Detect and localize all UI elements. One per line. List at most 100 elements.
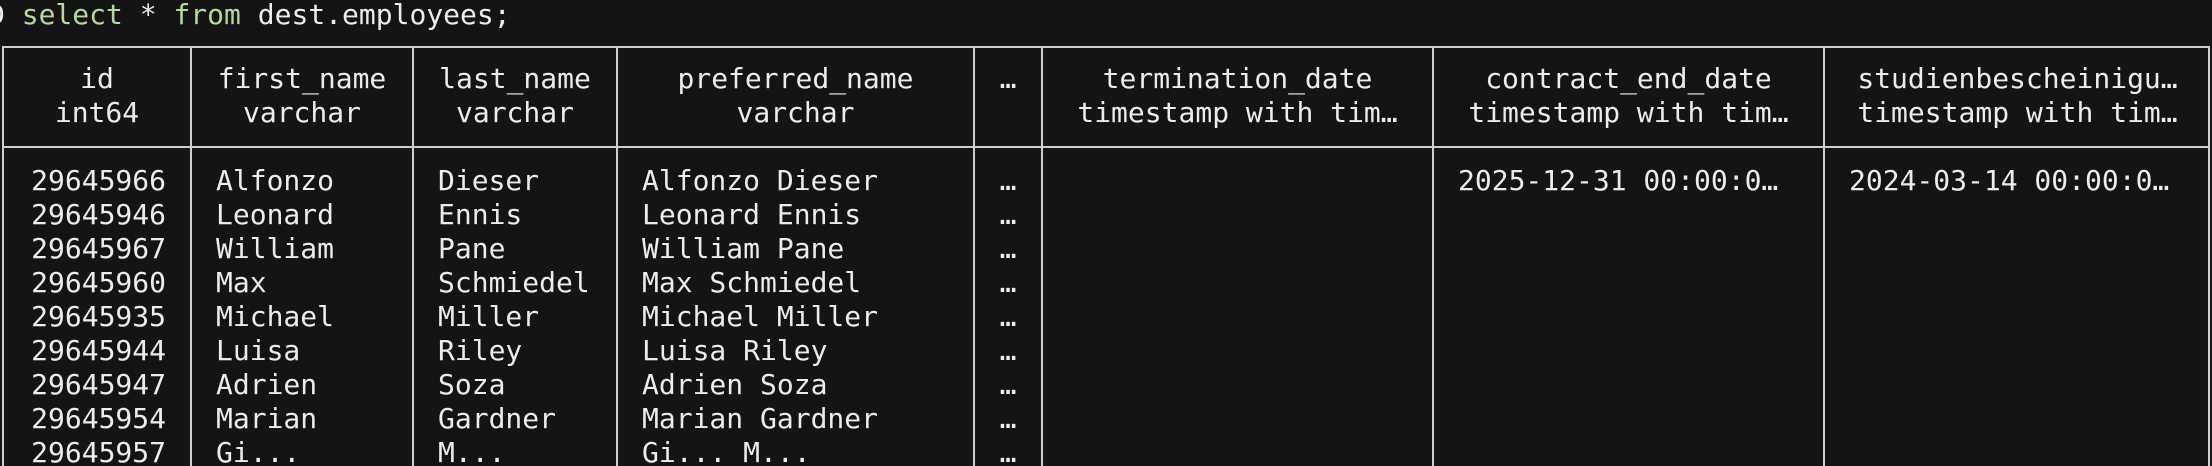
column-name: contract_end_date: [1485, 62, 1772, 95]
table-cell: 29645944: [31, 334, 166, 367]
column-name: …: [999, 62, 1017, 95]
table-cell: 29645946: [31, 198, 166, 231]
table-cell: [1434, 300, 1823, 334]
column-name: termination_date: [1102, 62, 1373, 95]
table-cell: [1434, 436, 1823, 466]
table-cell: [1043, 368, 1432, 402]
table-cell: Riley: [438, 334, 523, 367]
column-header-last-name: last_name varchar: [414, 48, 616, 148]
column-header-termination-date: termination_date timestamp with tim…: [1043, 48, 1432, 148]
table-cell: Adrien: [216, 368, 318, 401]
table-cell: …: [999, 402, 1017, 435]
table-cell: [1825, 198, 2208, 232]
table-cell: 29645966: [31, 164, 166, 197]
table-cell: [1434, 402, 1823, 436]
table-cell: Dieser: [438, 164, 540, 197]
table-cell: [1043, 334, 1432, 368]
column-studienbescheinigung: studienbescheinigu… timestamp with tim… …: [1825, 48, 2208, 466]
table-cell: Pane: [438, 232, 506, 265]
table-cell: M...: [438, 436, 506, 466]
table-cell: Leonard: [216, 198, 335, 231]
table-cell: William Pane: [642, 232, 845, 265]
table-cell: …: [999, 266, 1017, 299]
column-type: int64: [54, 96, 140, 129]
table-cell: 2025-12-31 00:00:0…: [1458, 164, 1779, 197]
table-cell: Adrien Soza: [642, 368, 828, 401]
table-cell: Michael Miller: [642, 300, 879, 333]
table-cell: [1825, 436, 2208, 466]
table-cell: 29645954: [31, 402, 166, 435]
column-type: varchar: [736, 96, 855, 129]
table-cell: Max Schmiedel: [642, 266, 862, 299]
table-cell: 29645935: [31, 300, 166, 333]
table-cell: 29645957: [31, 436, 166, 466]
column-preferred-name: preferred_name varchar Alfonzo Dieser Le…: [618, 48, 975, 466]
table-cell: William: [216, 232, 335, 265]
table-cell: [1043, 436, 1432, 466]
column-cells: 2024-03-14 00:00:0…: [1825, 164, 2208, 466]
column-header-contract-end-date: contract_end_date timestamp with tim…: [1434, 48, 1823, 148]
prompt-marker: D: [0, 0, 5, 31]
table-cell: [1825, 232, 2208, 266]
table-cell: [1043, 232, 1432, 266]
table-cell: Ennis: [438, 198, 523, 231]
select-star: *: [122, 0, 174, 31]
table-cell: …: [999, 164, 1017, 197]
table-cell: [1043, 164, 1432, 198]
table-cell: …: [999, 368, 1017, 401]
table-cell: 29645960: [31, 266, 166, 299]
column-cells: Dieser Ennis Pane Schmiedel Miller Riley…: [414, 164, 616, 466]
column-contract-end-date: contract_end_date timestamp with tim… 20…: [1434, 48, 1825, 466]
column-cells: 29645966 29645946 29645967 29645960 2964…: [4, 164, 190, 466]
column-cells: … … … … … … … … …: [975, 164, 1041, 466]
column-type: varchar: [455, 96, 574, 129]
column-cells: Alfonzo Dieser Leonard Ennis William Pan…: [618, 164, 973, 466]
column-truncated: … … … … … … … … … …: [975, 48, 1043, 466]
column-header-studienbescheinigung: studienbescheinigu… timestamp with tim…: [1825, 48, 2208, 148]
result-table: id int64 29645966 29645946 29645967 2964…: [2, 46, 2210, 466]
column-name: first_name: [217, 62, 387, 95]
column-header-id: id int64: [4, 48, 190, 148]
table-cell: Soza: [438, 368, 506, 401]
table-cell: [1825, 402, 2208, 436]
column-type: timestamp with tim…: [1077, 96, 1398, 129]
table-cell: Marian Gardner: [642, 402, 879, 435]
table-cell: [1043, 300, 1432, 334]
table-cell: [1434, 198, 1823, 232]
table-cell: [1825, 368, 2208, 402]
column-id: id int64 29645966 29645946 29645967 2964…: [4, 48, 192, 466]
table-cell: [1434, 266, 1823, 300]
column-header-truncated: …: [975, 48, 1041, 148]
column-name: studienbescheinigu…: [1857, 62, 2178, 95]
column-type: varchar: [242, 96, 361, 129]
column-last-name: last_name varchar Dieser Ennis Pane Schm…: [414, 48, 618, 466]
column-name: preferred_name: [677, 62, 914, 95]
table-cell: Gi... M...: [642, 436, 811, 466]
table-cell: Max: [216, 266, 267, 299]
table-cell: …: [999, 300, 1017, 333]
column-header-first-name: first_name varchar: [192, 48, 412, 148]
column-type: timestamp with tim…: [1468, 96, 1789, 129]
table-cell: Gardner: [438, 402, 557, 435]
column-cells: 2025-12-31 00:00:0…: [1434, 164, 1823, 466]
table-cell: 29645967: [31, 232, 166, 265]
table-cell: [1043, 198, 1432, 232]
column-termination-date: termination_date timestamp with tim…: [1043, 48, 1434, 466]
table-cell: …: [999, 198, 1017, 231]
table-cell: …: [999, 232, 1017, 265]
column-header-preferred-name: preferred_name varchar: [618, 48, 973, 148]
column-cells: [1043, 164, 1432, 466]
table-cell: 2024-03-14 00:00:0…: [1849, 164, 2170, 197]
table-cell: 29645947: [31, 368, 166, 401]
table-cell: Miller: [438, 300, 540, 333]
sql-prompt-line: D select * from dest.employees;: [0, 0, 511, 30]
table-cell: Michael: [216, 300, 335, 333]
table-cell: [1825, 334, 2208, 368]
table-cell: Luisa: [216, 334, 301, 367]
table-cell: Alfonzo: [216, 164, 335, 197]
table-cell: [1043, 402, 1432, 436]
table-cell: [1434, 334, 1823, 368]
table-cell: Gi...: [216, 436, 301, 466]
table-cell: [1825, 266, 2208, 300]
column-type: timestamp with tim…: [1857, 96, 2178, 129]
